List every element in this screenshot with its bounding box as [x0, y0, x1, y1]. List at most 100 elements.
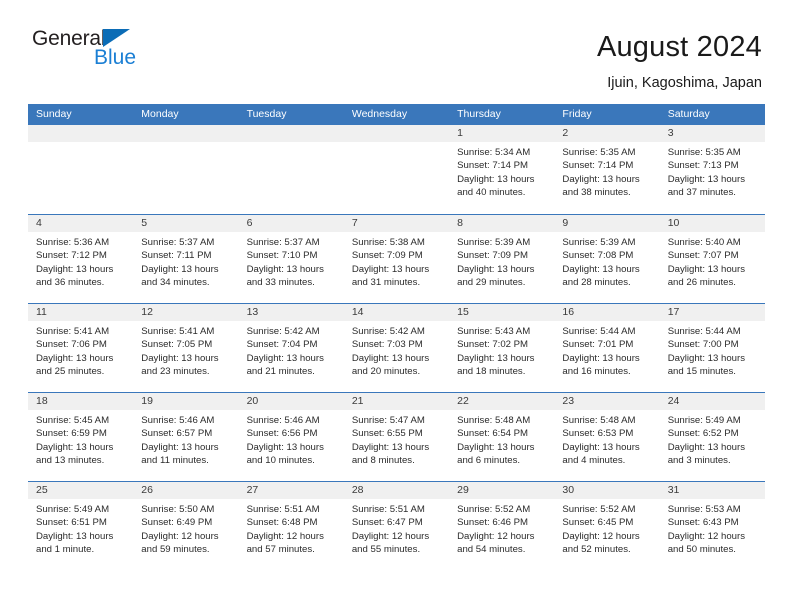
daylight-duration-line2: and 55 minutes.	[351, 544, 421, 556]
calendar-day-cell[interactable]: 21 Sunrise: 5:47 AM Sunset: 6:55 PM Dayligh…	[343, 393, 450, 481]
day-sun-info: Sunrise: 5:37 AM Sunset: 7:11 PM Daylight:…	[133, 232, 238, 290]
sunrise-time: Sunrise: 5:41 AM	[141, 326, 215, 337]
calendar-day-cell[interactable]: 17 Sunrise: 5:44 AM Sunset: 7:00 PM Dayligh…	[659, 304, 765, 392]
calendar-cell-empty	[28, 125, 134, 214]
calendar-day-cell[interactable]: 3 Sunrise: 5:35 AM Sunset: 7:13 PM Daylight…	[659, 125, 765, 214]
sunrise-time: Sunrise: 5:37 AM	[141, 237, 215, 248]
daylight-duration-line1: Daylight: 12 hours	[351, 530, 430, 542]
day-number: 8	[449, 215, 555, 232]
sunrise-time: Sunrise: 5:53 AM	[667, 504, 741, 515]
day-number: 15	[449, 304, 555, 321]
calendar-day-cell[interactable]: 27 Sunrise: 5:51 AM Sunset: 6:48 PM Dayligh…	[238, 482, 344, 570]
calendar-day-cell[interactable]: 28 Sunrise: 5:51 AM Sunset: 6:47 PM Dayligh…	[343, 482, 450, 570]
sunrise-time: Sunrise: 5:35 AM	[562, 147, 636, 158]
day-number: 25	[28, 482, 134, 499]
calendar-day-cell[interactable]: 14 Sunrise: 5:42 AM Sunset: 7:03 PM Dayligh…	[343, 304, 450, 392]
calendar-day-cell[interactable]: 6 Sunrise: 5:37 AM Sunset: 7:10 PM Daylight…	[238, 215, 344, 303]
day-sun-info: Sunrise: 5:42 AM Sunset: 7:03 PM Daylight:…	[344, 321, 449, 379]
daylight-duration-line2: and 37 minutes.	[667, 187, 736, 199]
day-sun-info: Sunrise: 5:51 AM Sunset: 6:47 PM Daylight:…	[344, 499, 449, 557]
calendar-day-cell[interactable]: 2 Sunrise: 5:35 AM Sunset: 7:14 PM Daylight…	[554, 125, 660, 214]
day-number: 10	[659, 215, 765, 232]
calendar-day-cell[interactable]: 13 Sunrise: 5:42 AM Sunset: 7:04 PM Dayligh…	[238, 304, 344, 392]
day-sun-info: Sunrise: 5:35 AM Sunset: 7:14 PM Daylight:…	[554, 142, 659, 200]
day-number	[238, 125, 344, 142]
calendar-day-cell[interactable]: 7 Sunrise: 5:38 AM Sunset: 7:09 PM Daylight…	[343, 215, 450, 303]
daylight-duration-line1: Daylight: 13 hours	[351, 352, 430, 364]
sunrise-time: Sunrise: 5:46 AM	[246, 415, 320, 426]
daylight-duration-line2: and 29 minutes.	[457, 277, 526, 289]
day-sun-info: Sunrise: 5:46 AM Sunset: 6:57 PM Daylight:…	[133, 410, 238, 468]
day-sun-info: Sunrise: 5:52 AM Sunset: 6:45 PM Daylight:…	[554, 499, 659, 557]
calendar-day-cell[interactable]: 23 Sunrise: 5:48 AM Sunset: 6:53 PM Dayligh…	[554, 393, 660, 481]
weekday-header-monday: Monday	[141, 108, 179, 120]
sunset-time: Sunset: 6:57 PM	[141, 428, 213, 440]
sunset-time: Sunset: 6:49 PM	[141, 517, 213, 529]
day-sun-info: Sunrise: 5:53 AM Sunset: 6:43 PM Daylight:…	[660, 499, 765, 557]
sunset-time: Sunset: 6:55 PM	[351, 428, 423, 440]
general-blue-logo[interactable]: General Blue	[32, 28, 162, 74]
sunrise-time: Sunrise: 5:47 AM	[351, 415, 425, 426]
sunrise-time: Sunrise: 5:42 AM	[351, 326, 425, 337]
page-subtitle: Ijuin, Kagoshima, Japan	[607, 75, 762, 91]
calendar-day-cell[interactable]: 24 Sunrise: 5:49 AM Sunset: 6:52 PM Dayligh…	[659, 393, 765, 481]
weekday-header-thursday: Thursday	[457, 108, 501, 120]
day-number: 6	[238, 215, 344, 232]
calendar-day-cell[interactable]: 4 Sunrise: 5:36 AM Sunset: 7:12 PM Daylight…	[28, 215, 134, 303]
day-number: 28	[343, 482, 450, 499]
day-sun-info: Sunrise: 5:44 AM Sunset: 7:00 PM Daylight:…	[660, 321, 765, 379]
sunrise-time: Sunrise: 5:45 AM	[36, 415, 110, 426]
sunrise-time: Sunrise: 5:35 AM	[667, 147, 741, 158]
day-sun-info: Sunrise: 5:41 AM Sunset: 7:05 PM Daylight:…	[133, 321, 238, 379]
calendar-day-cell[interactable]: 5 Sunrise: 5:37 AM Sunset: 7:11 PM Daylight…	[133, 215, 239, 303]
daylight-duration-line1: Daylight: 13 hours	[36, 530, 114, 542]
calendar-day-cell[interactable]: 25 Sunrise: 5:49 AM Sunset: 6:51 PM Dayligh…	[28, 482, 134, 570]
sunset-time: Sunset: 7:08 PM	[562, 250, 634, 262]
calendar-day-cell[interactable]: 11 Sunrise: 5:41 AM Sunset: 7:06 PM Dayligh…	[28, 304, 134, 392]
calendar-day-cell[interactable]: 29 Sunrise: 5:52 AM Sunset: 6:46 PM Dayligh…	[449, 482, 555, 570]
day-sun-info: Sunrise: 5:46 AM Sunset: 6:56 PM Daylight:…	[239, 410, 344, 468]
daylight-duration-line2: and 52 minutes.	[562, 544, 631, 556]
day-number: 24	[659, 393, 765, 410]
day-number: 2	[554, 125, 660, 142]
sunset-time: Sunset: 6:47 PM	[351, 517, 423, 529]
daylight-duration-line1: Daylight: 13 hours	[667, 441, 746, 453]
daylight-duration-line1: Daylight: 12 hours	[246, 530, 324, 542]
calendar-day-cell[interactable]: 9 Sunrise: 5:39 AM Sunset: 7:08 PM Daylight…	[554, 215, 660, 303]
daylight-duration-line1: Daylight: 13 hours	[667, 173, 746, 185]
calendar-day-cell[interactable]: 26 Sunrise: 5:50 AM Sunset: 6:49 PM Dayligh…	[133, 482, 239, 570]
day-sun-info: Sunrise: 5:37 AM Sunset: 7:10 PM Daylight:…	[239, 232, 344, 290]
sunset-time: Sunset: 7:14 PM	[457, 160, 529, 172]
sunset-time: Sunset: 7:13 PM	[667, 160, 739, 172]
daylight-duration-line2: and 54 minutes.	[457, 544, 526, 556]
daylight-duration-line1: Daylight: 13 hours	[36, 352, 114, 364]
calendar-day-cell[interactable]: 12 Sunrise: 5:41 AM Sunset: 7:05 PM Dayligh…	[133, 304, 239, 392]
day-number: 26	[133, 482, 239, 499]
calendar-day-cell[interactable]: 19 Sunrise: 5:46 AM Sunset: 6:57 PM Dayligh…	[133, 393, 239, 481]
sunset-time: Sunset: 7:03 PM	[351, 339, 423, 351]
daylight-duration-line1: Daylight: 13 hours	[36, 263, 114, 275]
calendar-day-cell[interactable]: 8 Sunrise: 5:39 AM Sunset: 7:09 PM Daylight…	[449, 215, 555, 303]
daylight-duration-line2: and 40 minutes.	[457, 187, 526, 199]
day-number: 1	[449, 125, 555, 142]
daylight-duration-line2: and 28 minutes.	[562, 277, 631, 289]
calendar-day-cell[interactable]: 1 Sunrise: 5:34 AM Sunset: 7:14 PM Daylight…	[449, 125, 555, 214]
calendar-day-cell[interactable]: 20 Sunrise: 5:46 AM Sunset: 6:56 PM Dayligh…	[238, 393, 344, 481]
day-sun-info: Sunrise: 5:36 AM Sunset: 7:12 PM Daylight:…	[28, 232, 133, 290]
calendar-day-cell[interactable]: 22 Sunrise: 5:48 AM Sunset: 6:54 PM Dayligh…	[449, 393, 555, 481]
calendar-day-cell[interactable]: 16 Sunrise: 5:44 AM Sunset: 7:01 PM Dayligh…	[554, 304, 660, 392]
calendar-day-cell[interactable]: 10 Sunrise: 5:40 AM Sunset: 7:07 PM Dayligh…	[659, 215, 765, 303]
calendar-day-cell[interactable]: 18 Sunrise: 5:45 AM Sunset: 6:59 PM Dayligh…	[28, 393, 134, 481]
daylight-duration-line1: Daylight: 13 hours	[141, 263, 219, 275]
calendar-day-cell[interactable]: 30 Sunrise: 5:52 AM Sunset: 6:45 PM Dayligh…	[554, 482, 660, 570]
day-sun-info: Sunrise: 5:43 AM Sunset: 7:02 PM Daylight:…	[449, 321, 554, 379]
sunset-time: Sunset: 6:53 PM	[562, 428, 634, 440]
daylight-duration-line2: and 25 minutes.	[36, 366, 105, 378]
daylight-duration-line2: and 18 minutes.	[457, 366, 526, 378]
calendar-day-cell[interactable]: 15 Sunrise: 5:43 AM Sunset: 7:02 PM Dayligh…	[449, 304, 555, 392]
calendar-day-cell[interactable]: 31 Sunrise: 5:53 AM Sunset: 6:43 PM Dayligh…	[659, 482, 765, 570]
daylight-duration-line2: and 6 minutes.	[457, 455, 521, 467]
daylight-duration-line2: and 3 minutes.	[667, 455, 731, 467]
daylight-duration-line2: and 33 minutes.	[246, 277, 315, 289]
daylight-duration-line2: and 11 minutes.	[141, 455, 209, 467]
